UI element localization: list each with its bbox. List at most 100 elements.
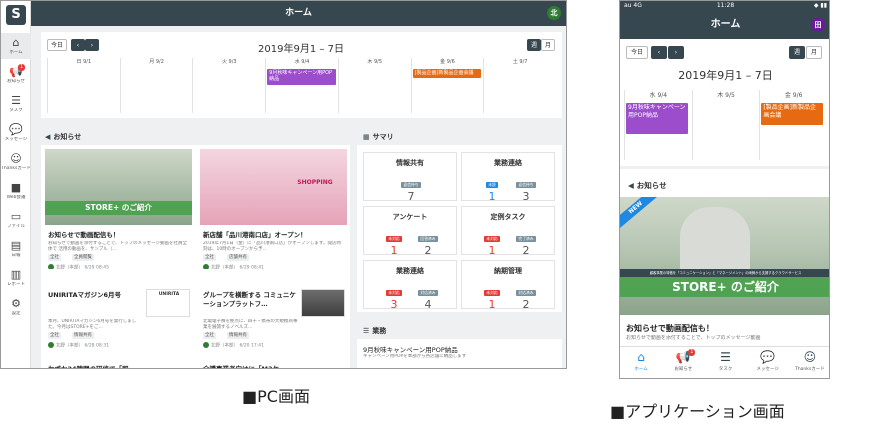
- sidebar-item-video[interactable]: ■ Web会議: [1, 178, 31, 204]
- avatar[interactable]: 北: [547, 6, 561, 20]
- author-name: 北野（本部）: [56, 265, 83, 270]
- sidebar-item-smile[interactable]: ☺ Thanksカード: [1, 149, 31, 175]
- calendar-day-header[interactable]: 火 9/3: [192, 58, 265, 113]
- banner-strip: 顧客事業の特徴を「コミュニケーション」と「マネージメント」の両側から支援するクラ…: [620, 269, 829, 277]
- task-item-title[interactable]: 9月秋味キャンペーン用POP納品: [363, 344, 558, 354]
- sidebar-item-message[interactable]: 💬 メッセージ: [1, 120, 31, 146]
- next-week-button[interactable]: ›: [85, 39, 99, 51]
- notice-date: 6/29 08:41: [239, 265, 264, 270]
- list-icon: ☰: [363, 327, 370, 335]
- avatar[interactable]: 田: [811, 18, 825, 32]
- notice-tag: 全員閲覧: [72, 254, 94, 261]
- tab-label: Thanksカード: [795, 367, 825, 372]
- notice-thumbnail[interactable]: [301, 289, 345, 317]
- notice-title[interactable]: 介護事業者向けに「M3ケ…: [203, 363, 345, 368]
- notice-card[interactable]: STORE+ のご紹介 お知らせで動画配信も！ お知らせで動画を添付することで、トッ…: [45, 149, 192, 269]
- summary-panel: 情報共有 返信待ち 7 業務連絡 未読 1 返信待ち 3 アンケート 未対応 1 回答済み 2 定例タスク…: [357, 145, 562, 312]
- month-view-button[interactable]: 月: [806, 46, 822, 59]
- calendar-day-header[interactable]: 木 9/5: [337, 58, 411, 113]
- pc-caption: ■PC画面: [242, 387, 310, 406]
- today-button[interactable]: 今日: [626, 46, 648, 59]
- summary-count[interactable]: 未対応 3: [381, 279, 407, 312]
- summary-card[interactable]: 業務連絡 未対応 3 対応済み 4: [363, 260, 457, 312]
- notice-title[interactable]: お知らせで動画配信も！: [48, 229, 190, 239]
- sidebar-item-megaphone[interactable]: 📢 お知らせ 1: [1, 62, 31, 88]
- notice-item-title[interactable]: お知らせで動画配信も！: [626, 323, 714, 334]
- calendar-event[interactable]: [製品企画]新製品企画会議: [761, 103, 823, 125]
- summary-card[interactable]: 業務連絡 未読 1 返信待ち 3: [461, 152, 555, 204]
- summary-count[interactable]: 返信待ち 3: [513, 171, 539, 204]
- calendar-event[interactable]: 9月秋味キャンペーン用POP納品: [267, 69, 336, 85]
- notice-card[interactable]: わずか24時間の研修で「即…: [45, 357, 192, 368]
- notice-card[interactable]: グループを横断する コミュニケーションプラットフ… 北電電子株を拠点に、四十・携帯…: [200, 289, 347, 353]
- calendar-event[interactable]: 9月秋味キャンペーン用POP納品: [626, 103, 688, 134]
- summary-card-title: 情報共有: [396, 159, 424, 167]
- summary-count-label: 完了済み: [516, 236, 536, 242]
- app-logo[interactable]: S: [6, 5, 26, 25]
- calendar-day-header[interactable]: 月 9/2: [119, 58, 193, 113]
- summary-card[interactable]: アンケート 未対応 1 回答済み 2: [363, 206, 457, 258]
- summary-count[interactable]: 未対応 1: [479, 279, 505, 312]
- notice-tag: 全社: [48, 332, 61, 339]
- task-list-icon: ☰: [11, 94, 21, 107]
- summary-count-label: 未対応: [386, 290, 402, 296]
- summary-count-value: 2: [424, 244, 432, 257]
- person-figure: [680, 207, 750, 272]
- summary-count-label: 未対応: [386, 236, 402, 242]
- sidebar-item-folder[interactable]: ▭ ファイル: [1, 207, 31, 233]
- notice-tag: 全社: [203, 254, 216, 261]
- calendar-day-header[interactable]: 土 9/7: [483, 58, 556, 113]
- notice-card[interactable]: 介護事業者向けに「M3ケ…: [200, 357, 347, 368]
- prev-week-button[interactable]: ‹: [71, 39, 85, 51]
- notice-title[interactable]: わずか24時間の研修で「即…: [48, 363, 190, 368]
- today-button[interactable]: 今日: [47, 39, 67, 51]
- summary-count[interactable]: 未対応 1: [479, 225, 505, 258]
- notice-thumbnail[interactable]: UNIRITA: [146, 289, 190, 317]
- notice-thumbnail[interactable]: SHOPPING: [200, 149, 347, 225]
- week-view-button[interactable]: 週: [789, 46, 805, 59]
- tab-task-list[interactable]: ☰ タスク: [704, 347, 746, 378]
- summary-count-label: 回答済み: [418, 236, 438, 242]
- notice-card[interactable]: SHOPPING 新店舗「品川港南口店」オープン！ 2019年7月1日（金）に「品川…: [200, 149, 347, 269]
- summary-count[interactable]: 完了済み 2: [513, 225, 539, 258]
- sidebar-item-gear[interactable]: ⚙ 設定: [1, 294, 31, 320]
- calendar-event[interactable]: [製品企画]新製品企画会議: [412, 69, 482, 78]
- summary-count[interactable]: 対応済み 4: [415, 279, 441, 312]
- summary-card[interactable]: 納期管理 未対応 1 対応済み 2: [461, 260, 555, 312]
- calendar-day-header[interactable]: 金 9/6: [410, 58, 484, 113]
- author-avatar: [203, 342, 209, 348]
- new-badge: NEW: [620, 197, 663, 232]
- notice-title[interactable]: グループを横断する コミュニケーションプラットフ…: [203, 291, 298, 309]
- sidebar-item-task-list[interactable]: ☰ タスク: [1, 91, 31, 117]
- calendar-day-header[interactable]: 日 9/1: [47, 58, 120, 113]
- week-view-button[interactable]: 週: [527, 39, 541, 51]
- sidebar-item-document[interactable]: ▤ 日報: [1, 236, 31, 262]
- summary-count[interactable]: 未対応 1: [381, 225, 407, 258]
- notice-thumbnail[interactable]: STORE+ のご紹介: [45, 149, 192, 225]
- notice-card[interactable]: UNIRITA UNIRITAマガジン6月号 本月、UNIRITAマガジン6月号を発…: [45, 289, 192, 353]
- calendar-day-header[interactable]: 木 9/5: [691, 90, 760, 160]
- summary-count[interactable]: 回答済み 2: [415, 225, 441, 258]
- summary-count[interactable]: 対応済み 2: [513, 279, 539, 312]
- author-avatar: [48, 264, 54, 269]
- summary-count[interactable]: 未読 1: [479, 171, 505, 204]
- notice-banner-image[interactable]: NEW 顧客事業の特徴を「コミュニケーション」と「マネージメント」の両側から支援…: [620, 197, 829, 315]
- summary-card[interactable]: 定例タスク 未対応 1 完了済み 2: [461, 206, 555, 258]
- tab-home[interactable]: ⌂ ホーム: [620, 347, 662, 378]
- next-week-button[interactable]: ›: [668, 46, 684, 59]
- tab-message[interactable]: 💬 メッセージ: [747, 347, 789, 378]
- notice-meta: 北野（本部） 6/20 17:41: [203, 342, 264, 349]
- calendar-day-header[interactable]: 水 9/4: [265, 58, 338, 113]
- sidebar-item-home[interactable]: ⌂ ホーム: [1, 33, 31, 59]
- summary-card[interactable]: 情報共有返信待ち 7: [363, 152, 457, 204]
- month-view-button[interactable]: 月: [541, 39, 555, 51]
- tab-megaphone[interactable]: 📢 お知らせ 1: [662, 347, 704, 378]
- notice-title[interactable]: 新店舗「品川港南口店」オープン！: [203, 229, 345, 239]
- calendar-day-header[interactable]: 金 9/6: [759, 90, 827, 160]
- prev-week-button[interactable]: ‹: [651, 46, 667, 59]
- tab-smile[interactable]: ☺ Thanksカード: [789, 347, 829, 378]
- summary-count[interactable]: 返信待ち 7: [398, 171, 424, 204]
- gear-icon: ⚙: [11, 297, 21, 310]
- notice-title[interactable]: UNIRITAマガジン6月号: [48, 291, 143, 309]
- sidebar-item-report[interactable]: ▥ レポート: [1, 265, 31, 291]
